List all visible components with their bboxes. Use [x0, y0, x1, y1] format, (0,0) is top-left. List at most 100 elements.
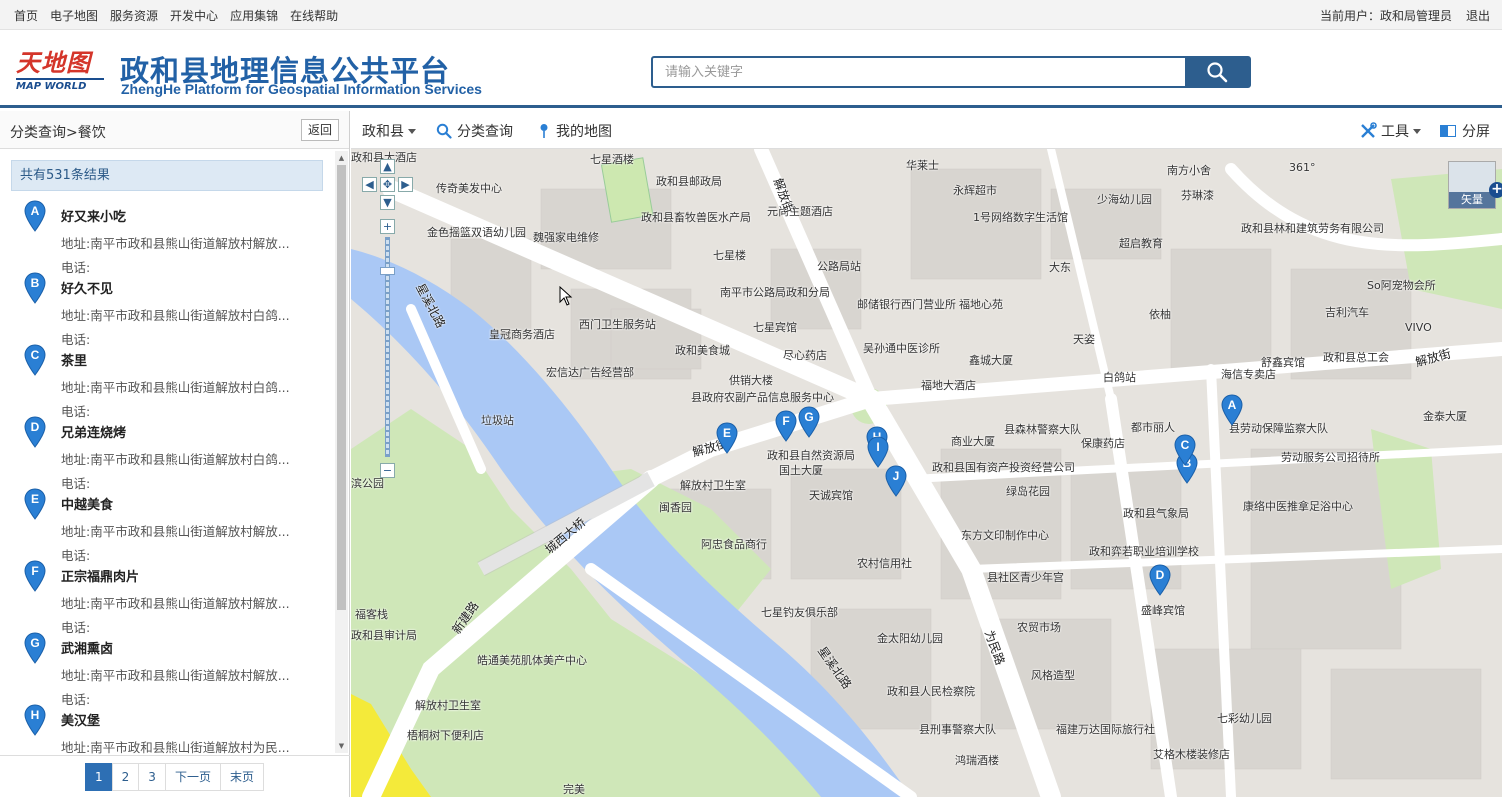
- map-poi-label[interactable]: 风格造型: [1031, 667, 1075, 683]
- map-poi-label[interactable]: 华莱士: [906, 157, 939, 173]
- map-poi-label[interactable]: 政和县人民检察院: [887, 683, 975, 699]
- map-poi-label[interactable]: 福地大酒店: [921, 377, 976, 393]
- last-page-button[interactable]: 末页: [219, 762, 264, 791]
- nav-link-apps[interactable]: 应用集锦: [230, 7, 278, 24]
- map-poi-label[interactable]: 永辉超市: [953, 182, 997, 198]
- map-poi-label[interactable]: 鸿瑞酒楼: [955, 752, 999, 768]
- map-poi-label[interactable]: 金太阳幼儿园: [877, 630, 943, 646]
- result-item[interactable]: H美汉堡地址:南平市政和县熊山街道解放村为民...电话:: [0, 699, 334, 755]
- page-2-button[interactable]: 2: [111, 762, 140, 791]
- map-poi-label[interactable]: 县劳动保障监察大队: [1229, 420, 1328, 436]
- pan-down-button[interactable]: ▼: [380, 195, 395, 210]
- back-button[interactable]: 返回: [300, 119, 339, 141]
- result-item[interactable]: D 兄弟连烧烤 地址:南平市政和县熊山街道解放村白鸽... 电话:: [0, 411, 334, 491]
- map-poi-label[interactable]: 农贸市场: [1017, 619, 1061, 635]
- map-poi-label[interactable]: 政和美食城: [675, 342, 730, 358]
- map-poi-label[interactable]: 绿岛花园: [1006, 483, 1050, 499]
- map-poi-label[interactable]: 保康药店: [1081, 435, 1125, 451]
- map-poi-label[interactable]: 依柚: [1149, 306, 1171, 322]
- map-poi-label[interactable]: 七星楼: [713, 247, 746, 263]
- map-poi-label[interactable]: 尽心药店: [783, 347, 827, 363]
- scroll-down-arrow[interactable]: ▼: [337, 741, 346, 751]
- map-poi-label[interactable]: 七彩幼儿园: [1217, 710, 1272, 726]
- result-item[interactable]: B 好久不见 地址:南平市政和县熊山街道解放村白鸽... 电话:: [0, 267, 334, 347]
- map-poi-label[interactable]: 宏信达广告经营部: [546, 364, 634, 380]
- map-poi-label[interactable]: 解放村卫生室: [680, 477, 746, 493]
- result-item[interactable]: E 中越美食 地址:南平市政和县熊山街道解放村解放... 电话:: [0, 483, 334, 563]
- page-3-button[interactable]: 3: [138, 762, 166, 791]
- map-poi-label[interactable]: 少海幼儿园: [1097, 191, 1152, 207]
- tianditu-logo[interactable]: 天地图 MAP WORLD: [16, 48, 104, 98]
- pan-up-button[interactable]: ▲: [380, 159, 395, 174]
- scroll-thumb[interactable]: [337, 165, 346, 610]
- map-marker-c[interactable]: C: [1174, 434, 1196, 466]
- map-poi-label[interactable]: 国土大厦: [779, 462, 823, 478]
- nav-link-dev[interactable]: 开发中心: [170, 7, 218, 24]
- map-poi-label[interactable]: 政和县审计局: [351, 627, 417, 643]
- map-poi-label[interactable]: 鑫城大厦: [969, 352, 1013, 368]
- map-poi-label[interactable]: 闽香园: [659, 499, 692, 515]
- current-user-name[interactable]: 政和局管理员: [1380, 7, 1452, 24]
- pan-center-button[interactable]: ✥: [380, 177, 395, 192]
- tools-dropdown[interactable]: 工具: [1359, 121, 1421, 141]
- map-poi-label[interactable]: 传奇美发中心: [436, 180, 502, 196]
- map-poi-label[interactable]: 361°: [1289, 161, 1316, 174]
- zoom-slider-handle[interactable]: [380, 267, 395, 275]
- result-name[interactable]: 美汉堡: [61, 710, 100, 729]
- pan-left-button[interactable]: ◀: [362, 177, 377, 192]
- nav-link-help[interactable]: 在线帮助: [290, 7, 338, 24]
- next-page-button[interactable]: 下一页: [164, 762, 221, 791]
- page-1-button[interactable]: 1: [85, 762, 113, 791]
- map-poi-label[interactable]: 都市丽人: [1131, 419, 1175, 435]
- result-name[interactable]: 中越美食: [61, 494, 113, 513]
- map-poi-label[interactable]: 天姿: [1073, 331, 1095, 347]
- map-poi-label[interactable]: 皓通美苑肌体美产中心: [477, 652, 587, 668]
- map-marker-j[interactable]: J: [885, 465, 907, 497]
- map-poi-label[interactable]: 盛峰宾馆: [1141, 602, 1185, 618]
- nav-link-services[interactable]: 服务资源: [110, 7, 158, 24]
- result-item[interactable]: G 武湘熏卤 地址:南平市政和县熊山街道解放村解放... 电话:: [0, 627, 334, 707]
- map-poi-label[interactable]: 西门卫生服务站: [579, 316, 656, 332]
- map-poi-label[interactable]: 艾格木楼装修店: [1153, 746, 1230, 762]
- map-poi-label[interactable]: 东方文印制作中心: [961, 527, 1049, 543]
- region-dropdown[interactable]: 政和县: [362, 121, 416, 141]
- map-canvas[interactable]: 七星酒楼 政和县邮政局 传奇美发中心 政和县畜牧兽医水产局 魏强家电维修 金色摇篮双语幼儿…: [351, 149, 1502, 797]
- map-poi-label[interactable]: 政和县林和建筑劳务有限公司: [1241, 220, 1384, 236]
- map-poi-label[interactable]: 海信专卖店: [1221, 366, 1276, 382]
- map-poi-label[interactable]: 梧桐树下便利店: [407, 727, 484, 743]
- map-poi-label[interactable]: 垃圾站: [481, 412, 514, 428]
- zoom-in-button[interactable]: +: [380, 219, 395, 234]
- pan-right-button[interactable]: ▶: [398, 177, 413, 192]
- zoom-out-button[interactable]: −: [380, 463, 395, 478]
- result-item[interactable]: A 好又来小吃 地址:南平市政和县熊山街道解放村解放... 电话:: [0, 195, 334, 275]
- result-name[interactable]: 武湘熏卤: [61, 638, 113, 657]
- map-poi-label[interactable]: 福客栈: [355, 606, 388, 622]
- result-name[interactable]: 茶里: [61, 350, 87, 369]
- map-poi-label[interactable]: 县刑事警察大队: [919, 721, 996, 737]
- nav-link-home[interactable]: 首页: [14, 7, 38, 24]
- results-scrollbar[interactable]: ▲ ▼: [335, 151, 348, 753]
- map-poi-label[interactable]: 金泰大厦: [1423, 408, 1467, 424]
- map-poi-label[interactable]: 农村信用社: [857, 555, 912, 571]
- map-poi-label[interactable]: 魏强家电维修: [533, 229, 599, 245]
- map-poi-label[interactable]: 供销大楼: [729, 372, 773, 388]
- map-poi-label[interactable]: 大东: [1049, 259, 1071, 275]
- map-poi-label[interactable]: 福建万达国际旅行社: [1056, 721, 1155, 737]
- map-poi-label[interactable]: 公路局站: [817, 258, 861, 274]
- nav-link-map[interactable]: 电子地图: [50, 7, 98, 24]
- result-name[interactable]: 正宗福鼎肉片: [61, 566, 139, 585]
- map-poi-label[interactable]: 白鸽站: [1103, 369, 1136, 385]
- map-poi-label[interactable]: 七星宾馆: [753, 319, 797, 335]
- map-marker-a[interactable]: A: [1221, 394, 1243, 426]
- map-poi-label[interactable]: 政和弈若职业培训学校: [1089, 543, 1199, 559]
- category-search-button[interactable]: 分类查询: [436, 121, 513, 141]
- map-poi-label[interactable]: 政和县总工会: [1323, 349, 1389, 365]
- map-poi-label[interactable]: 县森林警察大队: [1004, 421, 1081, 437]
- map-poi-label[interactable]: 政和县国有资产投资经营公司: [932, 459, 1075, 475]
- map-poi-label[interactable]: 邮储银行西门营业所: [857, 296, 956, 312]
- map-poi-label[interactable]: 七星酒楼: [590, 151, 634, 167]
- map-marker-f[interactable]: F: [775, 410, 797, 442]
- map-marker-d[interactable]: D: [1149, 564, 1171, 596]
- result-item[interactable]: C 茶里 地址:南平市政和县熊山街道解放村白鸽... 电话:: [0, 339, 334, 419]
- map-marker-e[interactable]: E: [716, 422, 738, 454]
